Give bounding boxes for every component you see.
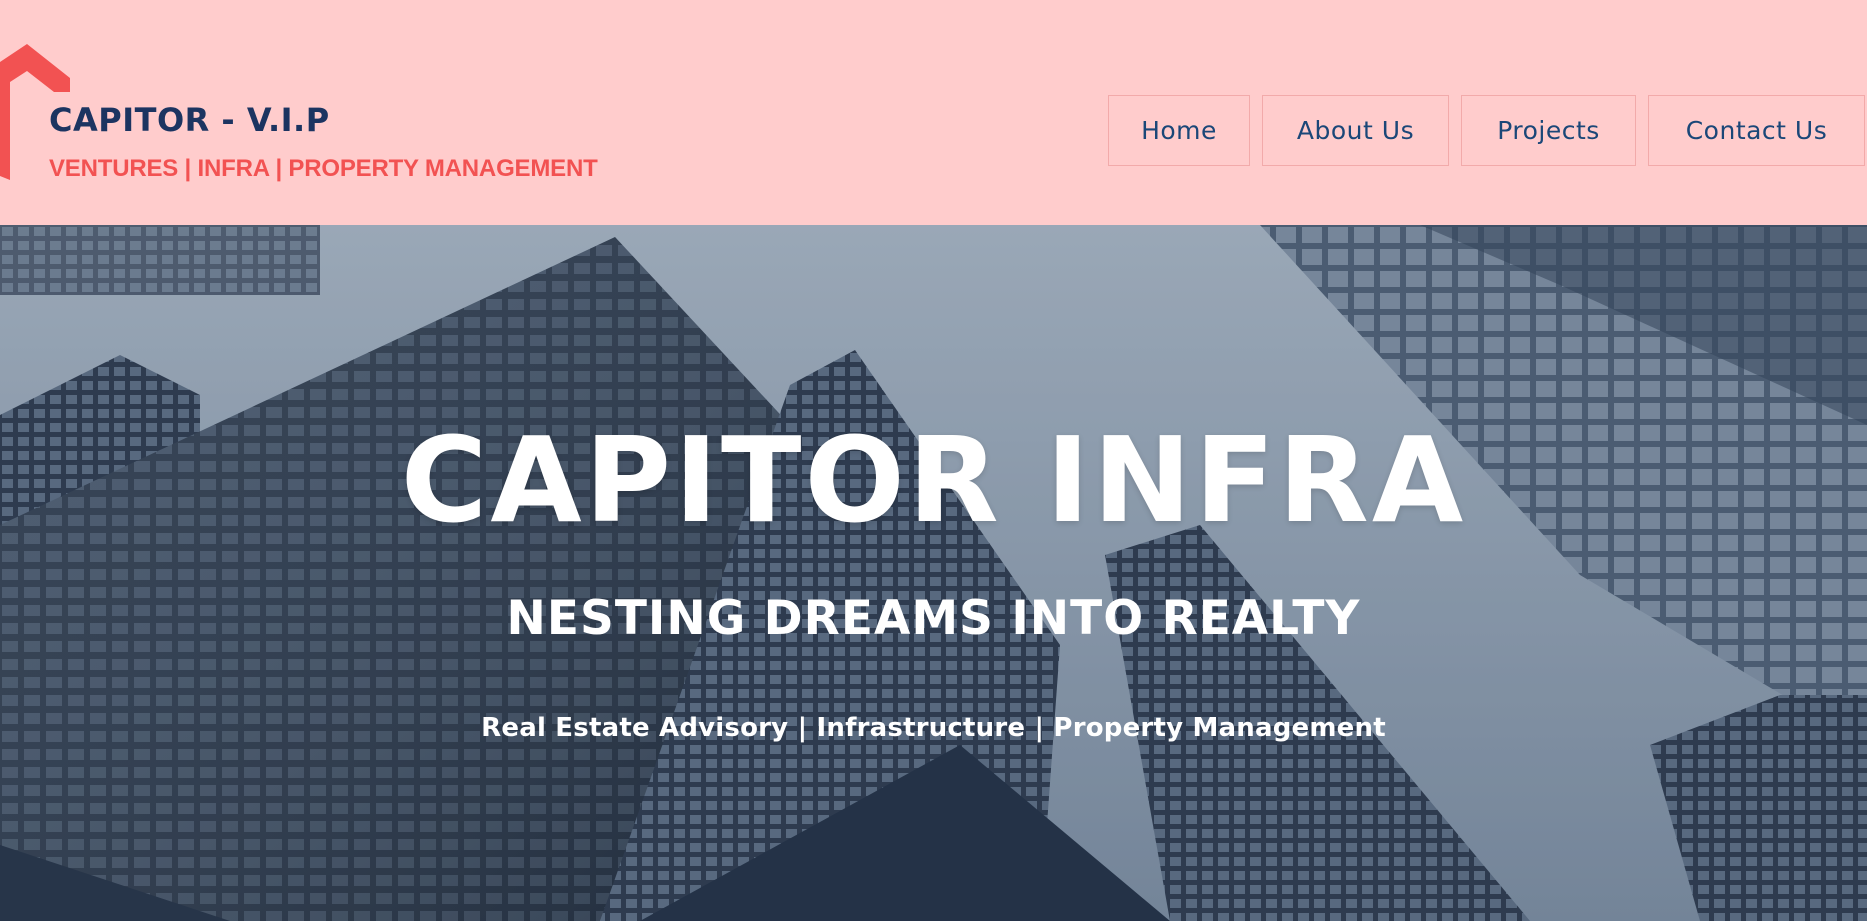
- hero-services-line: Real Estate Advisory | Infrastructure | …: [481, 713, 1386, 743]
- brand-tagline: VENTURES | INFRA | PROPERTY MANAGEMENT: [49, 155, 598, 182]
- hero-subtitle: NESTING DREAMS INTO REALTY: [506, 591, 1361, 646]
- hero-title: CAPITOR INFRA: [400, 411, 1467, 549]
- hero-overlay: [0, 225, 1867, 921]
- main-nav: Home About Us Projects Contact Us: [1108, 95, 1865, 166]
- nav-about-us-button[interactable]: About Us: [1262, 95, 1449, 166]
- site-header: CAPITOR - V.I.P VENTURES | INFRA | PROPE…: [0, 0, 1867, 225]
- hero-section: CAPITOR INFRA NESTING DREAMS INTO REALTY…: [0, 225, 1867, 921]
- nav-contact-us-button[interactable]: Contact Us: [1648, 95, 1865, 166]
- nav-home-button[interactable]: Home: [1108, 95, 1250, 166]
- brand-title[interactable]: CAPITOR - V.I.P: [49, 100, 330, 140]
- nav-projects-button[interactable]: Projects: [1461, 95, 1636, 166]
